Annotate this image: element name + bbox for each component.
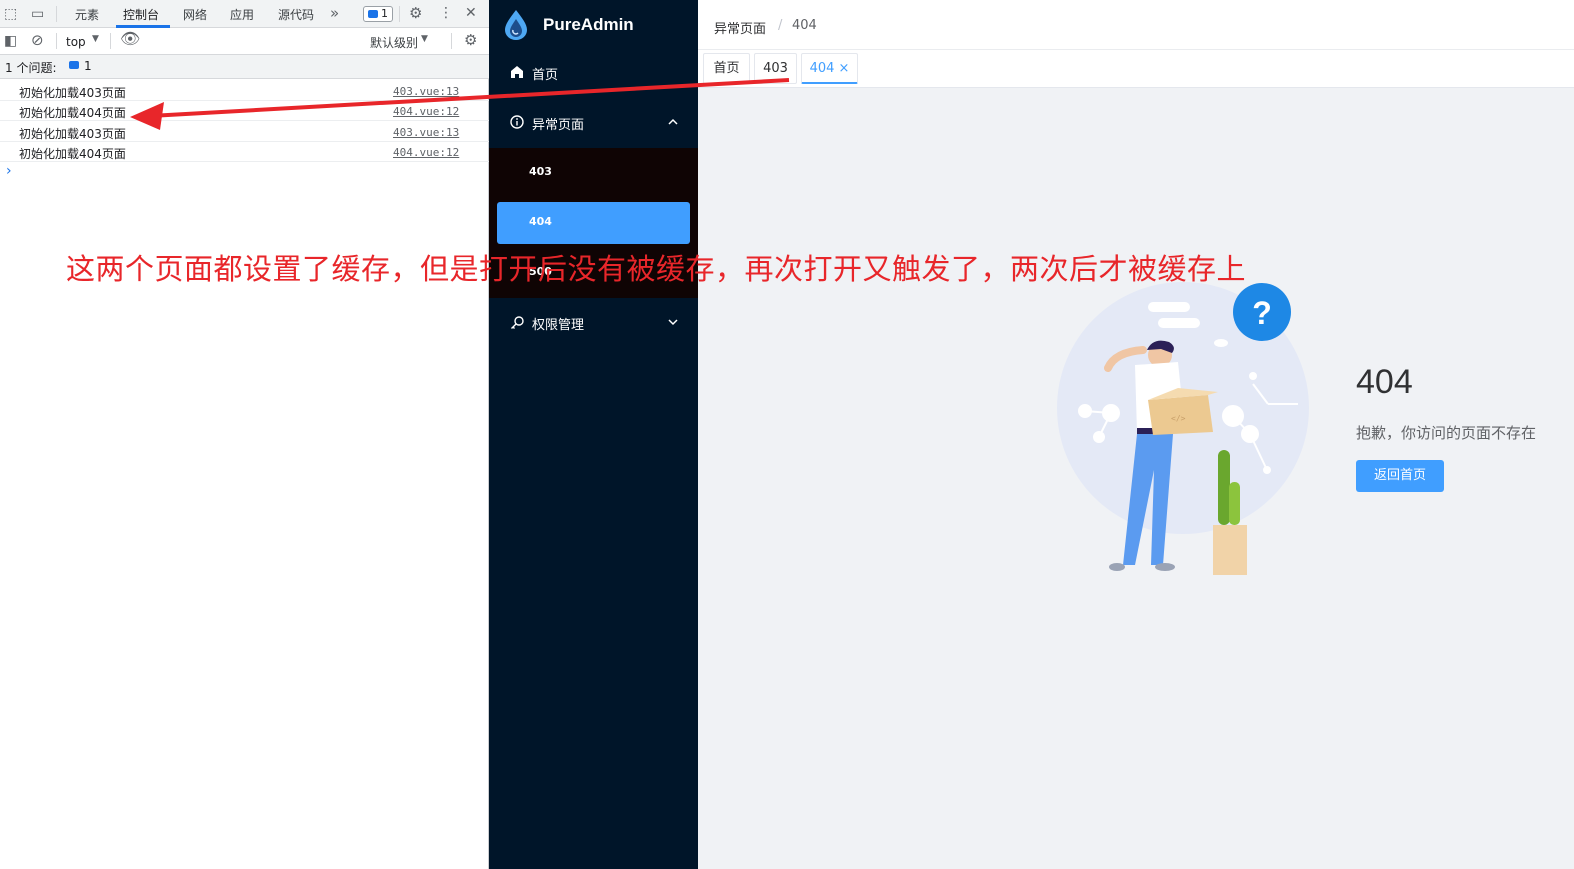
log-source-link[interactable]: 404.vue:12 (393, 105, 459, 118)
log-text: 初始化加载404页面 (19, 147, 126, 161)
log-text: 初始化加载403页面 (19, 86, 126, 100)
log-text: 初始化加载404页面 (19, 106, 126, 120)
message-icon (368, 10, 378, 18)
close-icon[interactable]: ✕ (465, 6, 477, 20)
console-settings-icon[interactable]: ⚙ (464, 33, 477, 48)
error-message: 抱歉，你访问的页面不存在 (1356, 424, 1537, 442)
back-home-button[interactable]: 返回首页 (1356, 460, 1444, 492)
more-tabs-icon[interactable]: » (330, 6, 339, 21)
divider (56, 6, 57, 22)
tag-403[interactable]: 403 (754, 53, 797, 84)
issues-badge[interactable]: 1 (363, 6, 393, 22)
svg-text:</>: </> (1171, 414, 1186, 423)
console-prompt[interactable]: › (6, 163, 12, 179)
log-row: 初始化加载403页面 403.vue:13 (0, 122, 489, 142)
chevron-down-icon (668, 319, 678, 326)
top-header: 异常页面 / 404 (698, 0, 1574, 50)
key-search-icon (511, 316, 524, 329)
sidebar-item-404[interactable]: 404 (489, 198, 698, 248)
tags-view: 首页 403 404 × (698, 50, 1574, 88)
log-row: 初始化加载404页面 404.vue:12 (0, 142, 489, 162)
log-source-link[interactable]: 404.vue:12 (393, 146, 459, 159)
log-text: 初始化加载403页面 (19, 127, 126, 141)
tag-home[interactable]: 首页 (703, 53, 750, 84)
divider (451, 33, 452, 49)
log-source-link[interactable]: 403.vue:13 (393, 85, 459, 98)
tab-application[interactable]: 应用 (230, 6, 254, 23)
main-content: 异常页面 / 404 首页 403 404 × ? </> 404 抱歉，你访问… (698, 0, 1574, 869)
inspect-icon[interactable]: ⬚ (4, 7, 17, 21)
404-illustration: ? </> (1057, 282, 1309, 575)
sidebar-item-label: 权限管理 (532, 318, 585, 333)
breadcrumb-separator: / (778, 18, 783, 33)
breadcrumb-parent[interactable]: 异常页面 (714, 18, 766, 37)
svg-text:?: ? (1252, 295, 1272, 331)
divider (399, 6, 400, 22)
context-selector[interactable]: top (66, 35, 86, 49)
sidebar-item-home[interactable]: 首页 (489, 48, 698, 98)
issues-bar[interactable]: 1 个问题: 1 (0, 55, 489, 79)
more-options-icon[interactable]: ⋮ (439, 6, 453, 20)
tab-network[interactable]: 网络 (183, 6, 207, 23)
issues-count: 1 (84, 59, 92, 73)
tab-elements[interactable]: 元素 (75, 6, 99, 23)
home-icon (511, 66, 523, 78)
divider (110, 33, 111, 49)
devtools-tabbar: ⬚ ▭ 元素 控制台 网络 应用 源代码 » 1 ⚙ ⋮ ✕ (0, 0, 489, 28)
error-code: 404 (1356, 363, 1413, 401)
dropdown-caret-icon: ▼ (92, 34, 99, 44)
sidebar-item-label: 异常页面 (532, 118, 585, 133)
issues-label: 1 个问题: (5, 61, 57, 75)
eye-icon[interactable]: 👁 (120, 31, 140, 47)
info-circle-icon (510, 115, 524, 129)
log-row: 初始化加载403页面 403.vue:13 (0, 81, 489, 101)
dropdown-caret-icon: ▼ (421, 34, 428, 44)
devtools-panel: ⬚ ▭ 元素 控制台 网络 应用 源代码 » 1 ⚙ ⋮ ✕ ◧ ⊘ top ▼… (0, 0, 489, 869)
clear-console-icon[interactable]: ⊘ (31, 33, 44, 48)
app-sidebar: PureAdmin 首页 异常页面 403 404 500 权限管理 (489, 0, 698, 869)
sidebar-item-403[interactable]: 403 (489, 148, 698, 198)
log-level-select[interactable]: 默认级别 (370, 34, 418, 51)
sidebar-item-label: 403 (529, 165, 552, 178)
sidebar-toggle-icon[interactable]: ◧ (4, 34, 17, 48)
sidebar-item-label: 404 (529, 215, 552, 228)
annotation-text: 这两个页面都设置了缓存，但是打开后没有被缓存，再次打开又触发了，两次后才被缓存上 (66, 252, 1247, 286)
active-highlight (497, 202, 690, 244)
console-toolbar: ◧ ⊘ top ▼ 👁 过滤 默认级别 ▼ ⚙ (0, 28, 489, 79)
device-toolbar-icon[interactable]: ▭ (31, 7, 44, 21)
sidebar-item-permission[interactable]: 权限管理 (489, 298, 698, 348)
breadcrumb-current: 404 (792, 18, 817, 33)
message-icon (69, 61, 79, 69)
divider (56, 33, 57, 49)
app-logo-text[interactable]: PureAdmin (543, 15, 634, 35)
sidebar-item-error-pages[interactable]: 异常页面 (489, 98, 698, 148)
tab-console[interactable]: 控制台 (123, 6, 159, 23)
sidebar-item-label: 首页 (532, 68, 559, 83)
logo-drop-icon (505, 10, 527, 40)
settings-gear-icon[interactable]: ⚙ (409, 6, 422, 21)
chevron-up-icon (668, 118, 678, 125)
log-source-link[interactable]: 403.vue:13 (393, 126, 459, 139)
tab-sources[interactable]: 源代码 (278, 6, 314, 23)
log-row: 初始化加载404页面 404.vue:12 (0, 101, 489, 121)
tag-404[interactable]: 404 × (801, 53, 858, 84)
